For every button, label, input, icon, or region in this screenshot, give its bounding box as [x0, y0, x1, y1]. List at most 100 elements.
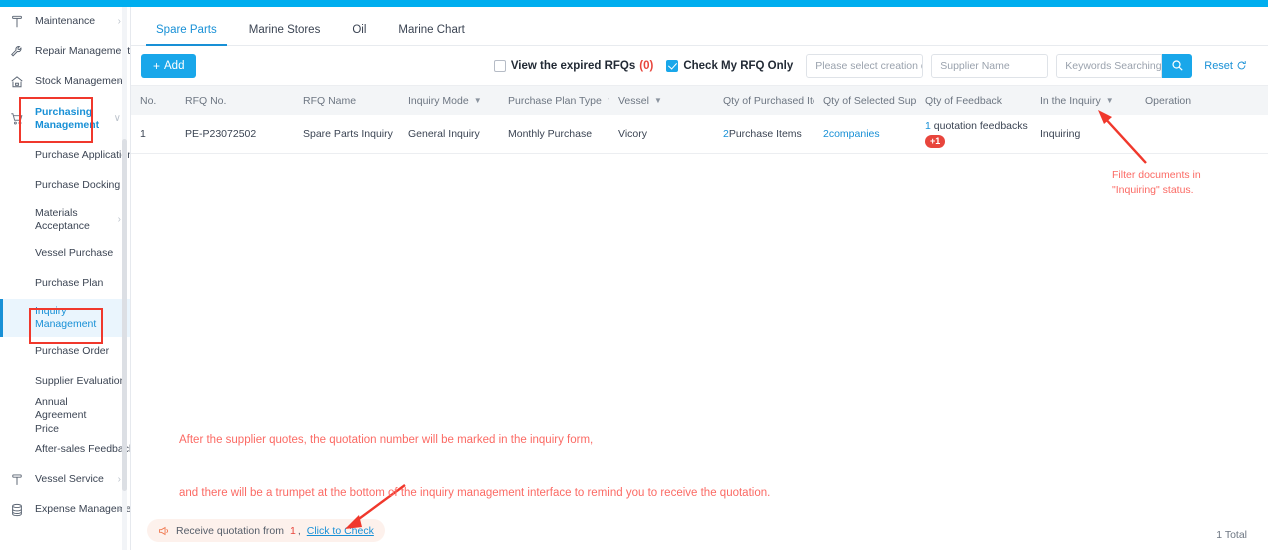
sidebar-label: Repair Management: [35, 45, 131, 58]
tab-marine-chart[interactable]: Marine Chart: [382, 24, 480, 45]
table-row[interactable]: 1 PE-P23072502 Spare Parts Inquiry Gener…: [131, 115, 1268, 154]
sidebar-item-supplier-evaluation[interactable]: Supplier Evaluation: [0, 367, 130, 397]
filter-caret-icon[interactable]: ▼: [474, 96, 482, 105]
sidebar-label: Stock Management: [35, 75, 126, 88]
view-expired-rfqs-checkbox[interactable]: View the expired RFQs (0): [493, 59, 654, 72]
column-header-in-the-inquiry[interactable]: In the Inquiry ▼: [1031, 95, 1136, 107]
sidebar-item-purchase-application[interactable]: Purchase Application: [0, 141, 130, 171]
sidebar-sub-label: Materials Acceptance: [35, 206, 90, 232]
sidebar-item-maintenance[interactable]: Maintenance ›: [0, 7, 130, 37]
sidebar-sub-label: After-sales Feedback: [35, 443, 131, 456]
sidebar-item-inquiry-management[interactable]: Inquiry Management: [0, 299, 130, 337]
chevron-right-icon: ›: [117, 16, 121, 27]
sidebar-item-purchase-docking[interactable]: Purchase Docking: [0, 171, 130, 201]
sidebar-scrollbar-thumb[interactable]: [122, 139, 127, 491]
column-label: Operation: [1145, 94, 1192, 107]
column-header-rfq-no: RFQ No.: [176, 95, 294, 107]
checkbox-box[interactable]: [493, 59, 506, 72]
cell-qty-of-feedback[interactable]: 1 quotation feedbacks +1: [916, 120, 1031, 149]
sidebar-sub-label: Inquiry Management: [35, 304, 97, 330]
check-my-rfq-only-checkbox[interactable]: Check My RFQ Only: [666, 59, 794, 72]
column-header-qty-selected-suppliers: Qty of Selected Sup...: [814, 95, 916, 107]
home-icon: [8, 73, 26, 91]
cell-qty-selected-suppliers[interactable]: 2companies: [814, 128, 916, 140]
qty-purchased-text: Purchase Items: [728, 128, 802, 140]
supplier-name-input[interactable]: Supplier Name: [931, 53, 1049, 78]
chevron-down-icon: ∨: [113, 113, 121, 124]
sidebar-sub-label: Purchase Order: [35, 345, 110, 358]
sidebar-item-vessel-service[interactable]: Vessel Service ›: [0, 465, 130, 495]
qty-suppliers-link[interactable]: 2companies: [823, 128, 880, 140]
cart-icon: [8, 110, 26, 128]
search-button[interactable]: [1162, 53, 1193, 78]
column-header-vessel[interactable]: Vessel ▼: [609, 95, 714, 107]
sidebar-label: Expense Management: [35, 503, 131, 516]
sidebar: Maintenance › Repair Management › Stock …: [0, 7, 131, 550]
click-to-check-link[interactable]: Click to Check: [307, 525, 374, 537]
sidebar-item-stock-management[interactable]: Stock Management ›: [0, 67, 130, 97]
cell-inquiry-mode: General Inquiry: [408, 128, 480, 140]
column-header-qty-purchased-items: Qty of Purchased Ite...: [714, 95, 814, 107]
supplier-name-placeholder: Supplier Name: [940, 59, 1010, 72]
column-header-rfq-name: RFQ Name: [294, 95, 399, 107]
creation-date-input[interactable]: Please select creation dat: [806, 53, 924, 78]
column-label: RFQ Name: [303, 94, 357, 107]
column-label: Qty of Selected Sup...: [823, 94, 916, 107]
tab-spare-parts[interactable]: Spare Parts: [140, 24, 233, 46]
checkbox-box[interactable]: [666, 59, 679, 72]
filter-caret-icon[interactable]: ▼: [1106, 96, 1114, 105]
sidebar-sub-label: Purchase Application: [35, 149, 131, 162]
table-header-row: No. RFQ No. RFQ Name Inquiry Mode ▼ Purc…: [131, 85, 1268, 115]
column-label: Inquiry Mode: [408, 94, 469, 107]
chevron-right-icon: ›: [117, 474, 121, 485]
column-label: RFQ No.: [185, 94, 227, 107]
filter-caret-icon[interactable]: ▼: [654, 96, 662, 105]
search-icon: [1171, 59, 1184, 72]
sidebar-item-annual-agreement-price[interactable]: Annual Agreement Price: [0, 396, 130, 435]
keywords-search-input[interactable]: Keywords Searching: [1056, 53, 1163, 78]
sidebar-sub-label: Purchase Plan: [35, 277, 104, 290]
feedback-text-line: 1 quotation feedbacks: [925, 120, 1028, 133]
chevron-right-icon: ›: [117, 214, 121, 225]
sidebar-item-vessel-purchase[interactable]: Vessel Purchase: [0, 239, 130, 269]
column-label: Qty of Feedback: [925, 94, 1003, 107]
cell-qty-purchased-items[interactable]: 2 Purchase Items: [714, 128, 814, 140]
main-content: Spare Parts Marine Stores Oil Marine Cha…: [131, 7, 1268, 550]
sidebar-item-repair-management[interactable]: Repair Management ›: [0, 37, 130, 67]
plus-icon: +: [153, 58, 161, 73]
app-root: Maintenance › Repair Management › Stock …: [0, 0, 1268, 550]
expired-count: (0): [639, 59, 654, 72]
sidebar-item-after-sales-feedback[interactable]: After-sales Feedback: [0, 435, 130, 465]
sidebar-sub-label: Purchase Docking: [35, 179, 121, 192]
toast-count: 1: [289, 524, 296, 537]
sidebar-item-purchase-order[interactable]: Purchase Order: [0, 337, 130, 367]
sidebar-sub-label: Annual Agreement Price: [35, 396, 87, 435]
tab-marine-stores[interactable]: Marine Stores: [233, 24, 337, 45]
sidebar-item-expense-management[interactable]: Expense Management ›: [0, 495, 130, 525]
column-header-purchase-plan-type[interactable]: Purchase Plan Type ▼: [499, 95, 609, 107]
sidebar-sub-label: Supplier Evaluation: [35, 375, 126, 388]
sidebar-item-purchasing-management[interactable]: Purchasing Management ∨: [0, 97, 130, 141]
tab-label: Marine Stores: [248, 24, 321, 36]
add-button[interactable]: + Add: [141, 53, 197, 78]
sidebar-item-materials-acceptance[interactable]: Materials Acceptance ›: [0, 201, 130, 239]
chevron-right-icon: ›: [117, 46, 121, 57]
sidebar-label: Vessel Service: [35, 473, 104, 486]
cell-rfq-name: Spare Parts Inquiry: [303, 128, 393, 140]
cell-vessel: Vicory: [618, 128, 647, 140]
receive-quotation-toast[interactable]: Receive quotation from 1 , Click to Chec…: [147, 519, 385, 542]
cell-purchase-plan-type: Monthly Purchase: [508, 128, 593, 140]
column-header-qty-of-feedback: Qty of Feedback: [916, 95, 1031, 107]
column-label: No.: [140, 94, 157, 107]
toast-text: Receive quotation from: [176, 524, 284, 537]
keywords-placeholder: Keywords Searching: [1065, 59, 1162, 72]
column-label: Purchase Plan Type: [508, 94, 602, 107]
cell-rfq-no: PE-P23072502: [185, 128, 257, 140]
reset-button[interactable]: Reset: [1204, 60, 1247, 72]
rfq-table: No. RFQ No. RFQ Name Inquiry Mode ▼ Purc…: [131, 85, 1268, 154]
reset-label: Reset: [1204, 59, 1233, 72]
tab-oil[interactable]: Oil: [336, 24, 382, 45]
column-header-inquiry-mode[interactable]: Inquiry Mode ▼: [399, 95, 499, 107]
check-my-rfq-only-label: Check My RFQ Only: [683, 59, 794, 72]
sidebar-item-purchase-plan[interactable]: Purchase Plan: [0, 269, 130, 299]
